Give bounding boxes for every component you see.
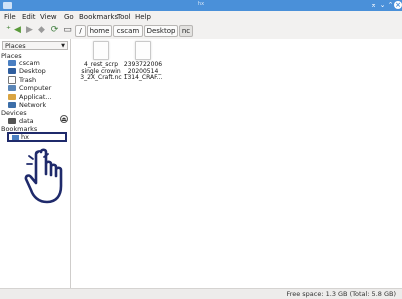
breadcrumb-desktop[interactable]: Desktop xyxy=(144,25,178,37)
file-item[interactable]: 2393722006 _20200514_ 1314_CRAF... xyxy=(119,41,167,82)
sidebar-item-applications[interactable]: Applicat... xyxy=(8,93,52,101)
sidebar-item-hx[interactable]: hx xyxy=(7,132,67,142)
title-bar: hx ⌅ ⌄ ⌃ × xyxy=(0,0,402,11)
sidebar-item-cscam[interactable]: cscam xyxy=(8,59,40,67)
network-icon xyxy=(8,102,16,108)
menu-bookmarks[interactable]: Bookmarks xyxy=(79,13,118,21)
folder-icon xyxy=(12,134,19,140)
sidebar-item-desktop[interactable]: Desktop xyxy=(8,67,46,75)
devices-heading: Devices xyxy=(1,109,27,117)
file-view: 4_rest_scrp single crowin 3_2X_Craft.nc … xyxy=(71,39,402,288)
breadcrumb-nc[interactable]: nc xyxy=(179,25,193,37)
sidebar-item-trash[interactable]: Trash xyxy=(8,76,36,84)
menu-go[interactable]: Go xyxy=(64,13,74,21)
computer-icon xyxy=(8,85,16,91)
sidebar-item-computer[interactable]: Computer xyxy=(8,84,51,92)
back-arrow-icon[interactable]: ◀ xyxy=(12,25,23,36)
sidebar-item-network[interactable]: Network xyxy=(8,101,46,109)
menu-view[interactable]: View xyxy=(40,13,57,21)
file-manager-window: hx ⌅ ⌄ ⌃ × File Edit View Go Bookmarks T… xyxy=(0,0,402,299)
window-title: hx xyxy=(197,1,205,7)
places-combo-label: Places xyxy=(5,42,26,50)
history-icon[interactable]: ◆ xyxy=(36,25,47,36)
places-combo[interactable]: Places ▼ xyxy=(2,41,68,50)
file-item[interactable]: 4_rest_scrp single crowin 3_2X_Craft.nc xyxy=(77,41,125,82)
breadcrumb-home[interactable]: home xyxy=(87,25,112,37)
menu-file[interactable]: File xyxy=(4,13,16,21)
keep-above-icon[interactable]: ⌅ xyxy=(369,1,378,10)
breadcrumb-root[interactable]: / xyxy=(75,25,86,37)
document-icon xyxy=(93,41,109,60)
close-button[interactable]: × xyxy=(394,1,402,9)
forward-arrow-icon[interactable]: ▶ xyxy=(24,25,35,36)
menu-tool[interactable]: Tool xyxy=(117,13,131,21)
drive-icon xyxy=(8,118,16,124)
file-name-line: 1314_CRAF... xyxy=(123,74,163,81)
free-space-text: Free space: 1.3 GB (Total: 5.8 GB) xyxy=(286,290,396,298)
menu-bar: File Edit View Go Bookmarks Tool Help xyxy=(0,11,402,22)
desktop-icon xyxy=(8,68,16,74)
menu-edit[interactable]: Edit xyxy=(22,13,36,21)
chevron-down-icon: ▼ xyxy=(61,43,65,49)
trash-icon xyxy=(8,76,16,84)
pointing-hand-icon xyxy=(24,148,63,204)
home-folder-icon xyxy=(8,60,16,66)
breadcrumb-cscam[interactable]: cscam xyxy=(113,25,143,37)
eject-icon[interactable]: ⏏ xyxy=(60,115,68,123)
reload-icon[interactable]: ⟳ xyxy=(49,25,60,36)
toolbar: ⁺ ◀ ▶ ◆ ⟳ ▭ / home cscam Desktop nc xyxy=(0,22,402,40)
document-icon xyxy=(135,41,151,60)
menu-help[interactable]: Help xyxy=(135,13,151,21)
sidebar-item-data[interactable]: data xyxy=(8,117,34,125)
applications-icon xyxy=(8,94,16,100)
file-name-line: 3_2X_Craft.nc xyxy=(80,74,122,81)
home-icon[interactable]: ▭ xyxy=(62,25,73,36)
status-bar: Free space: 1.3 GB (Total: 5.8 GB) xyxy=(0,288,402,299)
